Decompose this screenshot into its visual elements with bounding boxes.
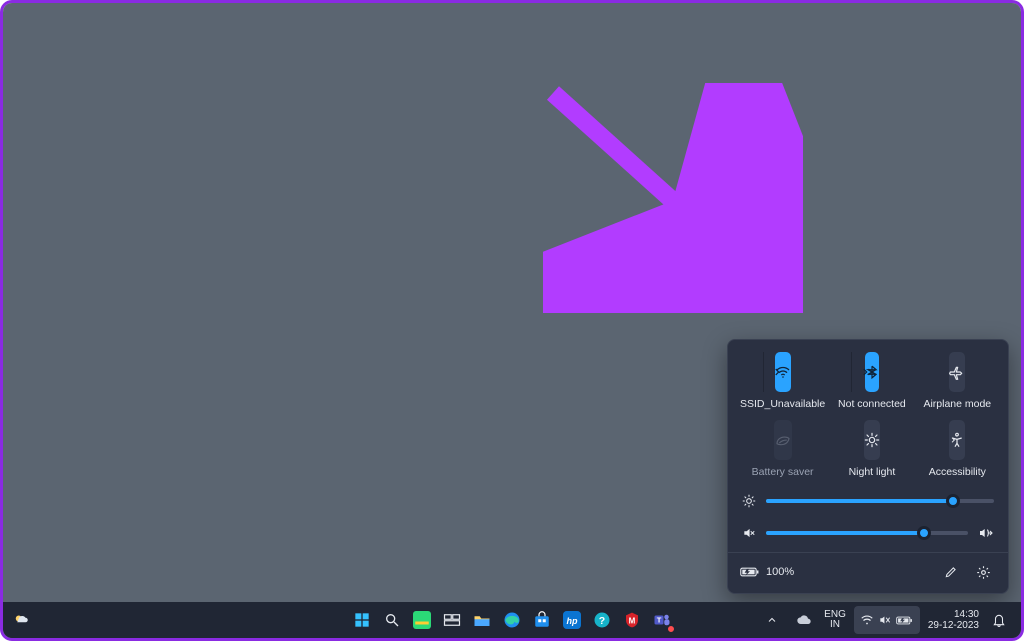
svg-text:M: M <box>629 616 636 625</box>
wifi-tile[interactable] <box>775 352 791 392</box>
taskbar: hp ? M T ENG IN <box>3 602 1021 638</box>
volume-mute-icon[interactable] <box>742 526 756 540</box>
store-icon <box>533 611 551 629</box>
panel-footer: 100% <box>740 559 996 585</box>
taskbar-app-store[interactable] <box>530 608 554 632</box>
battery-text: 100% <box>766 566 794 578</box>
hp-icon: hp <box>563 611 581 629</box>
cloud-icon <box>796 614 812 626</box>
edge-icon <box>503 611 521 629</box>
tray-onedrive[interactable] <box>792 608 816 632</box>
folder-icon <box>473 612 491 628</box>
chevron-right-icon <box>860 367 870 377</box>
wifi-label: SSID_Unavailable <box>740 398 825 412</box>
bluetooth-label: Not connected <box>838 398 906 412</box>
battery-icon[interactable] <box>740 566 760 578</box>
weather-widget[interactable] <box>9 608 33 632</box>
accessibility-expand-button[interactable] <box>949 436 957 444</box>
panel-divider <box>728 552 1008 553</box>
audio-output-button[interactable] <box>978 527 994 539</box>
taskbar-app-explorer[interactable] <box>470 608 494 632</box>
taskbar-app-mcafee[interactable]: M <box>620 608 644 632</box>
accessibility-tile[interactable] <box>949 420 965 460</box>
screenshot-frame: SSID_Unavailable Not connected Airplane … <box>0 0 1024 641</box>
airplane-tile[interactable] <box>949 352 965 392</box>
volume-row <box>742 526 994 540</box>
taskbar-app-teams[interactable]: T <box>650 608 674 632</box>
search-icon <box>384 612 400 628</box>
svg-text:T: T <box>657 615 662 624</box>
volume-mute-icon <box>878 614 892 626</box>
brightness-row <box>742 494 994 508</box>
app-icon <box>413 611 431 629</box>
accessibility-label: Accessibility <box>929 466 986 480</box>
taskbar-app-hp[interactable]: hp <box>560 608 584 632</box>
tray-overflow-button[interactable] <box>760 608 784 632</box>
taskview-icon <box>443 613 461 627</box>
svg-text:hp: hp <box>567 616 578 626</box>
language-indicator[interactable]: ENG IN <box>824 610 846 630</box>
settings-button[interactable] <box>970 559 996 585</box>
bell-icon <box>992 612 1006 628</box>
bluetooth-tile[interactable] <box>865 352 879 392</box>
shield-icon: M <box>624 611 640 629</box>
brightness-slider[interactable] <box>766 499 994 503</box>
windows-icon <box>354 612 370 628</box>
taskbar-app-taskview[interactable] <box>440 608 464 632</box>
taskbar-app-pycharm[interactable] <box>410 608 434 632</box>
gear-icon <box>976 565 991 580</box>
battery-saver-label: Battery saver <box>752 466 814 480</box>
system-tray-network-sound-battery[interactable] <box>854 606 920 634</box>
quick-settings-panel: SSID_Unavailable Not connected Airplane … <box>727 339 1009 594</box>
search-button[interactable] <box>380 608 404 632</box>
airplane-label: Airplane mode <box>923 398 991 412</box>
wifi-expand-button[interactable] <box>763 352 791 392</box>
battery-icon <box>896 615 914 626</box>
weather-icon <box>12 611 30 629</box>
pencil-icon <box>944 565 958 579</box>
taskbar-app-help[interactable]: ? <box>590 608 614 632</box>
airplane-icon <box>949 364 965 380</box>
night-light-tile[interactable] <box>864 420 880 460</box>
help-icon: ? <box>593 611 611 629</box>
quick-settings-tiles: SSID_Unavailable Not connected Airplane … <box>740 352 996 480</box>
brightness-thumb[interactable] <box>946 494 960 508</box>
clock[interactable]: 14:30 29-12-2023 <box>928 609 979 631</box>
volume-fill <box>766 531 924 535</box>
taskbar-app-edge[interactable] <box>500 608 524 632</box>
volume-thumb[interactable] <box>917 526 931 540</box>
leaf-icon <box>774 433 792 447</box>
notifications-button[interactable] <box>987 608 1011 632</box>
brightness-fill <box>766 499 953 503</box>
edit-quick-settings-button[interactable] <box>938 559 964 585</box>
volume-slider[interactable] <box>766 531 968 535</box>
notification-badge <box>666 624 676 634</box>
wifi-icon <box>860 614 874 626</box>
chevron-up-icon <box>766 614 778 626</box>
sun-icon <box>864 432 880 448</box>
night-light-label: Night light <box>849 466 896 480</box>
bluetooth-expand-button[interactable] <box>851 352 879 392</box>
chevron-right-icon <box>949 436 957 444</box>
chevron-right-icon <box>772 367 782 377</box>
battery-saver-tile <box>774 420 792 460</box>
start-button[interactable] <box>350 608 374 632</box>
svg-text:?: ? <box>599 615 605 627</box>
brightness-icon <box>742 494 756 508</box>
